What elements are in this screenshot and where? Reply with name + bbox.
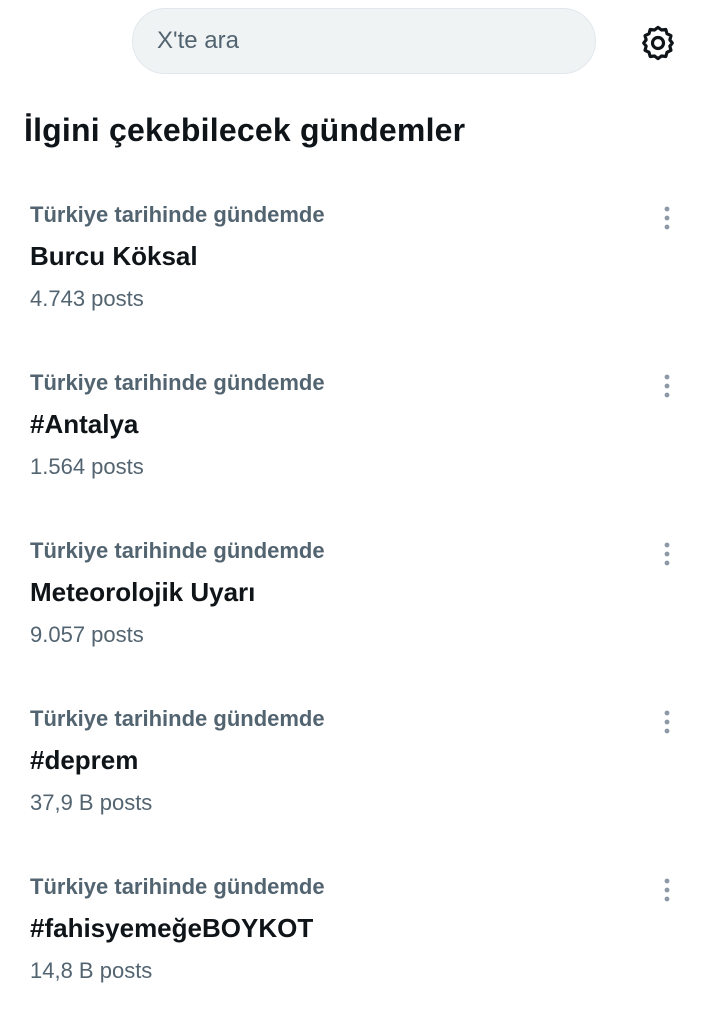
trend-name: #fahisyemeğeBOYKOT xyxy=(30,913,314,943)
trend-name: Meteorolojik Uyarı xyxy=(30,577,256,607)
section-title: İlgini çekebilecek gündemler xyxy=(24,112,466,148)
trend-context: Türkiye tarihinde gündemde xyxy=(30,706,325,731)
more-vertical-icon xyxy=(664,878,670,902)
trend-name: #deprem xyxy=(30,745,139,775)
more-options-button[interactable] xyxy=(652,198,682,238)
trend-item[interactable]: Türkiye tarihinde gündemde Meteorolojik … xyxy=(0,516,704,684)
trend-name: Burcu Köksal xyxy=(30,241,198,271)
trend-context: Türkiye tarihinde gündemde xyxy=(30,874,325,899)
more-options-button[interactable] xyxy=(652,534,682,574)
more-vertical-icon xyxy=(664,710,670,734)
trend-context: Türkiye tarihinde gündemde xyxy=(30,370,325,395)
settings-button[interactable] xyxy=(636,21,680,65)
trend-context: Türkiye tarihinde gündemde xyxy=(30,202,325,227)
more-vertical-icon xyxy=(664,206,670,230)
trend-name: #Antalya xyxy=(30,409,139,439)
more-options-button[interactable] xyxy=(652,870,682,910)
trend-item[interactable]: Türkiye tarihinde gündemde #deprem 37,9 … xyxy=(0,684,704,852)
trend-post-count: 14,8 B posts xyxy=(30,958,153,983)
more-options-button[interactable] xyxy=(652,702,682,742)
trend-context: Türkiye tarihinde gündemde xyxy=(30,538,325,563)
trend-post-count: 4.743 posts xyxy=(30,286,144,311)
trend-item[interactable]: Türkiye tarihinde gündemde #fahisyemeğeB… xyxy=(0,852,704,1020)
more-vertical-icon xyxy=(664,374,670,398)
trend-post-count: 37,9 B posts xyxy=(30,790,153,815)
top-bar xyxy=(0,0,704,90)
search-bar[interactable] xyxy=(132,8,596,74)
more-vertical-icon xyxy=(664,542,670,566)
trend-list: Türkiye tarihinde gündemde Burcu Köksal … xyxy=(0,180,704,1020)
trend-post-count: 9.057 posts xyxy=(30,622,144,647)
trend-item[interactable]: Türkiye tarihinde gündemde #Antalya 1.56… xyxy=(0,348,704,516)
explore-page: İlgini çekebilecek gündemler Türkiye tar… xyxy=(0,0,704,1024)
more-options-button[interactable] xyxy=(652,366,682,406)
trend-item[interactable]: Türkiye tarihinde gündemde Burcu Köksal … xyxy=(0,180,704,348)
search-input[interactable] xyxy=(155,26,579,56)
trend-post-count: 1.564 posts xyxy=(30,454,144,479)
settings-gear-icon xyxy=(642,25,674,61)
